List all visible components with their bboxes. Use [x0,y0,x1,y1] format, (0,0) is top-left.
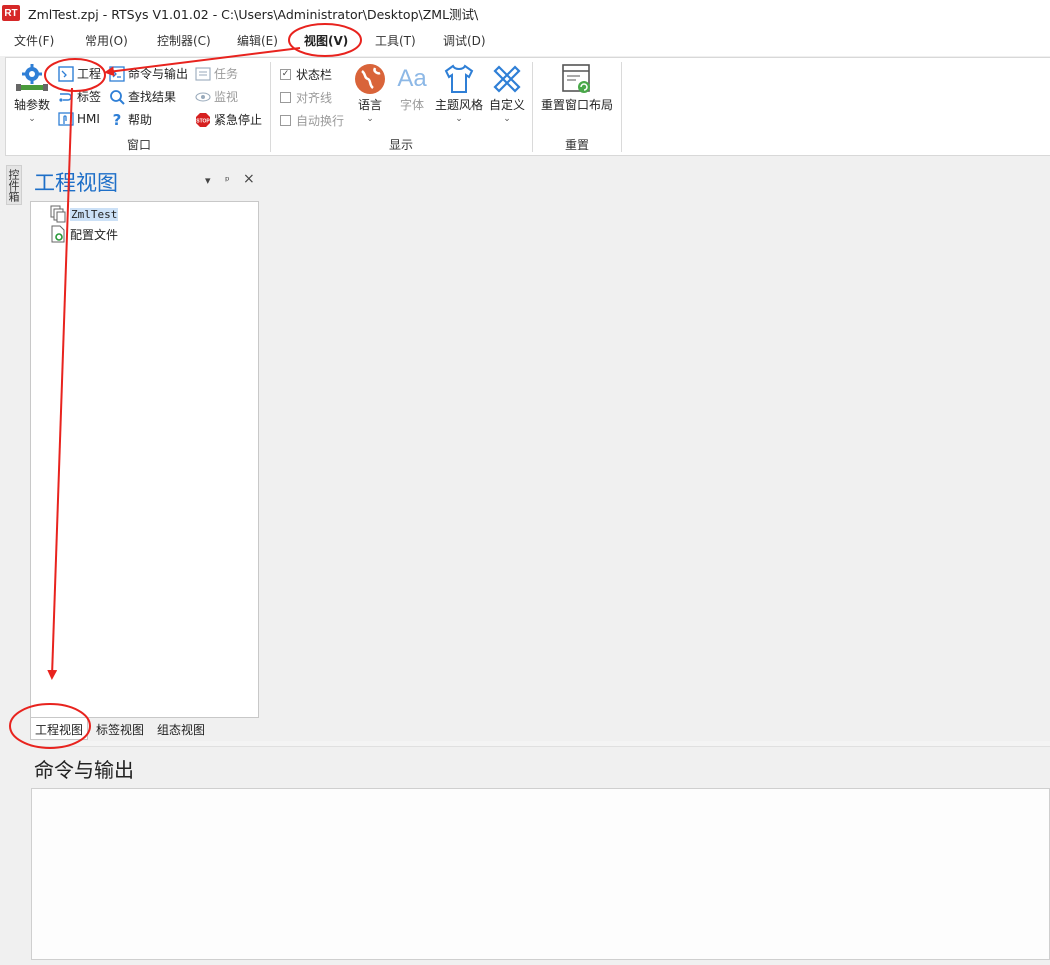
tree-item-config[interactable]: 配置文件 [49,225,118,243]
window-title: ZmlTest.zpj - RTSys V1.01.02 - C:\Users\… [28,6,479,22]
tab-config-view[interactable]: 组态视图 [153,718,209,740]
project-panel-title: 工程视图 [34,171,118,195]
title-bar: RT ZmlTest.zpj - RTSys V1.01.02 - C:\Use… [0,0,1050,26]
align-line-label: 对齐线 [296,91,333,105]
monitor-button[interactable]: 监视 [195,88,238,105]
output-text-area[interactable] [31,788,1050,960]
language-button[interactable]: 语言 ⌄ [353,62,387,124]
app-logo: RT [2,5,20,21]
menu-edit[interactable]: 编辑(E) [237,32,278,49]
menu-file[interactable]: 文件(F) [14,32,54,49]
axis-params-button[interactable]: 轴参数 ⌄ [14,62,51,124]
checkbox-icon [280,115,291,126]
pin-icon[interactable]: ᵖ [225,174,230,187]
label-button[interactable]: 标签 [58,88,101,105]
tab-project-view[interactable]: 工程视图 [30,718,89,740]
tree-item-project[interactable]: ZmlTest [49,205,119,223]
chevron-down-icon: ⌄ [366,114,374,124]
help-button[interactable]: ? 帮助 [109,110,153,129]
project-icon [58,65,74,82]
menu-controller[interactable]: 控制器(C) [157,32,211,49]
tree-item-label: ZmlTest [70,207,119,221]
terminal-icon [109,65,125,82]
font-label: 字体 [399,98,424,112]
chevron-down-icon: ⌄ [28,114,36,124]
task-label: 任务 [214,67,239,81]
font-icon: Aa [397,65,427,92]
reset-layout-icon [560,62,594,96]
cmd-output-label: 命令与输出 [128,67,189,81]
hmi-icon [58,111,74,127]
cmd-output-button[interactable]: 命令与输出 [109,65,188,82]
theme-label: 主题风格 [435,98,484,112]
hmi-button[interactable]: HMI [58,111,100,127]
checkbox-icon [280,92,291,103]
label-icon [58,89,74,105]
config-file-icon [49,225,67,243]
display-group-label: 显示 [389,138,414,152]
toolbox-tab[interactable]: 控件箱 [6,165,22,205]
group-separator [270,62,271,152]
reset-group-label: 重置 [565,138,590,152]
theme-button[interactable]: 主题风格 ⌄ [435,62,484,124]
task-list-icon [195,66,211,82]
output-panel-title: 命令与输出 [34,758,134,782]
question-icon: ? [112,110,122,129]
status-bar-checkbox[interactable]: ✓ 状态栏 [280,66,332,83]
project-button[interactable]: 工程 [58,65,101,82]
window-group-label: 窗口 [127,138,152,152]
monitor-label: 监视 [214,90,239,104]
axis-params-label: 轴参数 [14,98,51,112]
panel-dropdown-icon[interactable]: ▾ [205,174,211,187]
menu-bar: 文件(F) 常用(O) 控制器(C) 编辑(E) 视图(V) 工具(T) 调试(… [0,26,1050,56]
font-button[interactable]: Aa 字体 [395,62,429,113]
emergency-stop-button[interactable]: STOP 紧急停止 [195,111,262,128]
tshirt-icon [442,62,476,96]
custom-button[interactable]: 自定义 ⌄ [489,62,526,124]
close-icon[interactable]: × [243,171,255,187]
panel-tab-strip: 工程视图 标签视图 组态视图 [30,718,260,740]
menu-view[interactable]: 视图(V) [304,32,348,49]
chevron-down-icon: ⌄ [503,114,511,124]
custom-label: 自定义 [489,98,526,112]
reset-layout-button[interactable]: 重置窗口布局 [541,62,613,113]
ribbon: 轴参数 ⌄ 工程 标签 HMI 命令与输出 查找结果 ? 帮助 任务 监视 ST… [5,57,1050,156]
stop-sign-text: STOP [196,118,210,124]
menu-tools[interactable]: 工具(T) [375,32,416,49]
group-separator [532,62,533,152]
project-label: 工程 [77,67,102,81]
tree-item-label: 配置文件 [70,227,119,242]
eye-icon [195,89,211,105]
help-label: 帮助 [128,113,153,127]
search-icon [109,89,125,105]
globe-icon [353,62,387,96]
panel-splitter[interactable] [30,741,1050,747]
align-line-checkbox[interactable]: 对齐线 [280,89,332,106]
checkbox-checked-icon: ✓ [280,69,291,80]
find-results-label: 查找结果 [128,90,177,104]
menu-common[interactable]: 常用(O) [85,32,128,49]
menu-debug[interactable]: 调试(D) [443,32,486,49]
group-separator [621,62,622,152]
stop-sign-icon: STOP [195,112,211,128]
task-button[interactable]: 任务 [195,65,238,82]
project-tree: ZmlTest 配置文件 [30,201,259,718]
chevron-down-icon: ⌄ [455,114,463,124]
auto-wrap-checkbox[interactable]: 自动换行 [280,112,344,129]
label-button-label: 标签 [77,90,102,104]
gear-axis-icon [15,62,49,96]
emergency-stop-label: 紧急停止 [214,113,263,127]
find-results-button[interactable]: 查找结果 [109,88,176,105]
auto-wrap-label: 自动换行 [296,114,345,128]
status-bar-label: 状态栏 [296,68,333,82]
project-file-icon [49,205,67,223]
language-label: 语言 [357,98,382,112]
pencil-ruler-icon [490,62,524,96]
tab-label-view[interactable]: 标签视图 [92,718,148,740]
reset-layout-label: 重置窗口布局 [541,98,614,112]
hmi-label: HMI [77,112,100,126]
